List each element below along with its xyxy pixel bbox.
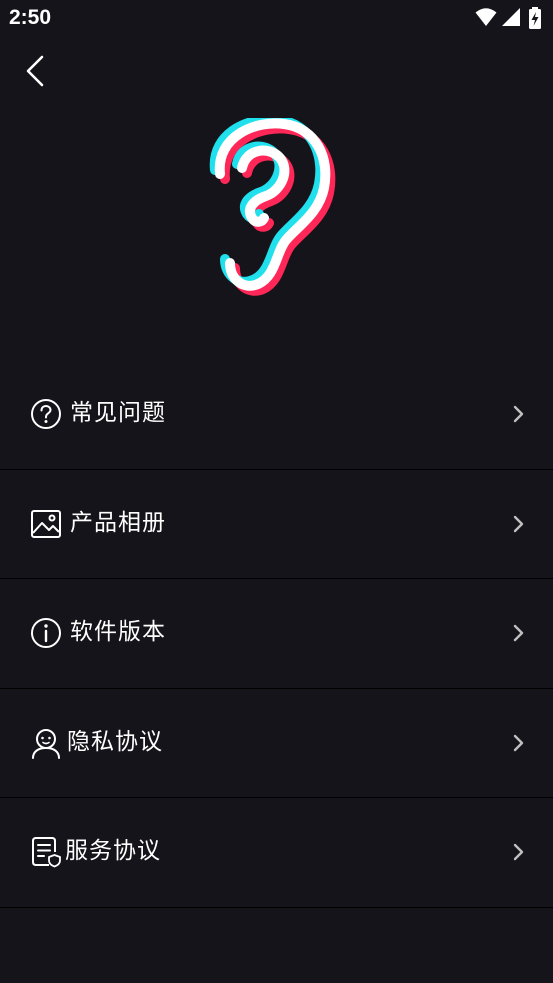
document-shield-icon xyxy=(32,837,61,868)
wifi-icon xyxy=(475,8,497,26)
user-icon xyxy=(32,728,60,759)
chevron-right-icon xyxy=(513,624,524,642)
menu-list: 常见问题 产品相册 软件版本 隐私协议 服务协议 xyxy=(0,360,553,908)
menu-item-privacy-policy[interactable]: 隐私协议 xyxy=(0,689,553,798)
battery-charging-icon xyxy=(529,7,541,29)
menu-item-label: 服务协议 xyxy=(65,838,161,864)
menu-item-label: 常见问题 xyxy=(70,400,166,426)
signal-icon xyxy=(502,8,520,26)
chevron-right-icon xyxy=(513,515,524,532)
ear-logo-icon xyxy=(209,114,336,296)
menu-item-service-agreement[interactable]: 服务协议 xyxy=(0,798,553,908)
menu-item-label: 产品相册 xyxy=(70,509,166,536)
status-bar: 2:50 xyxy=(0,0,553,38)
menu-item-product-album[interactable]: 产品相册 xyxy=(0,470,553,579)
info-circle-icon xyxy=(31,618,61,648)
menu-item-software-version[interactable]: 软件版本 xyxy=(0,579,553,689)
chevron-right-icon xyxy=(513,843,524,861)
question-circle-icon xyxy=(31,399,61,429)
back-button[interactable] xyxy=(14,50,56,92)
menu-item-faq[interactable]: 常见问题 xyxy=(0,360,553,470)
status-time: 2:50 xyxy=(9,6,52,29)
image-icon xyxy=(31,509,61,538)
chevron-left-icon xyxy=(26,55,44,87)
menu-item-label: 软件版本 xyxy=(70,619,166,645)
menu-item-label: 隐私协议 xyxy=(67,728,163,755)
chevron-right-icon xyxy=(513,405,524,423)
chevron-right-icon xyxy=(513,734,524,751)
status-icons xyxy=(475,7,545,29)
ear-logo xyxy=(206,114,346,303)
